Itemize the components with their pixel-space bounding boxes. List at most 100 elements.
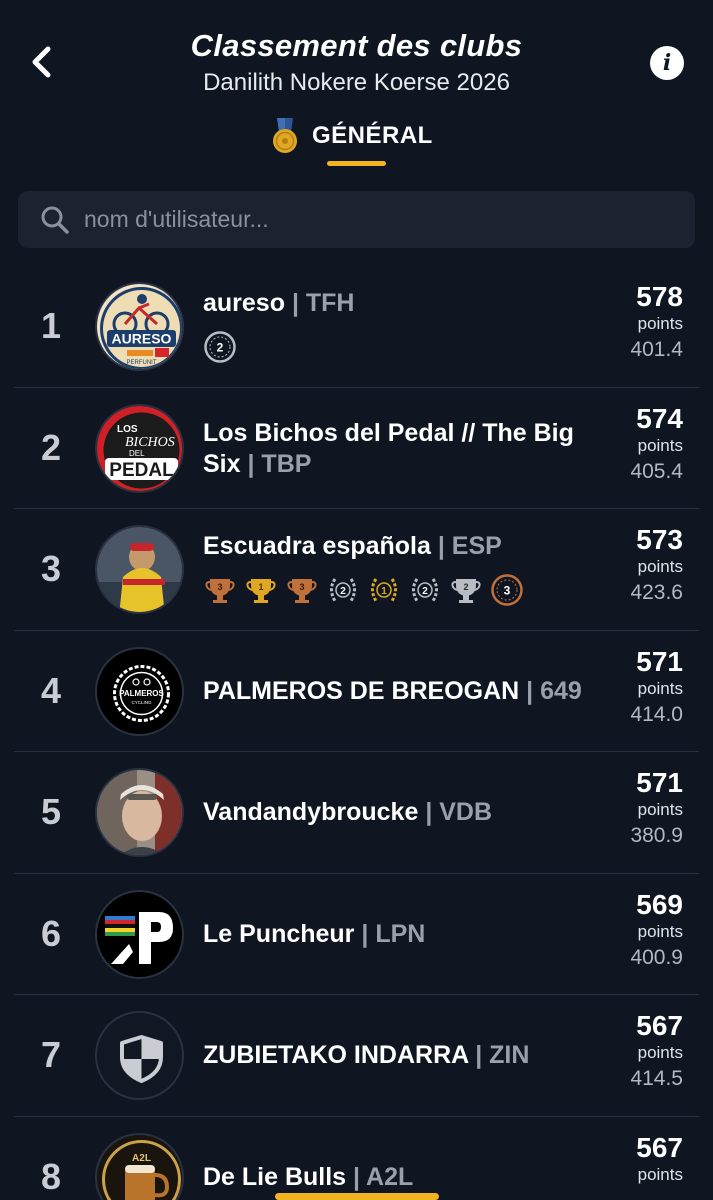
- a2l-logo-text: A2L: [132, 1153, 151, 1164]
- rider-portrait-photo: [97, 770, 182, 855]
- gold-cup-icon: 1: [246, 579, 276, 603]
- search-input[interactable]: [84, 206, 644, 233]
- aureso-logo-small: PERFUNIT: [127, 360, 157, 366]
- rank-number: 4: [40, 669, 62, 711]
- rank-number: 6: [40, 912, 62, 954]
- badge-count: 1: [381, 586, 387, 597]
- points-label: points: [637, 678, 683, 698]
- club-avatar: [95, 768, 184, 857]
- club-avatar: [95, 1011, 184, 1100]
- gold-laurel-icon: 1: [371, 578, 397, 602]
- silver-laurel-icon: 2: [330, 578, 356, 602]
- club-avatar: LOS BICHOS DEL PEDAL: [95, 403, 184, 493]
- achievement-badges: 3 1 3 2 1 2 2 3: [203, 573, 524, 607]
- puncheur-logo: [97, 891, 182, 977]
- bronze-cup-icon: 3: [205, 579, 235, 603]
- info-button[interactable]: i: [650, 46, 684, 80]
- points-value: 567: [636, 1131, 683, 1163]
- club-code: | LPN: [361, 919, 426, 948]
- points-label: points: [637, 921, 683, 941]
- club-code: | VDB: [425, 798, 493, 826]
- rank-number: 7: [40, 1034, 62, 1076]
- secondary-score: 423.6: [630, 581, 683, 604]
- ranking-list: 1 AURESO PERFUNIT aureso | TFH 2 578 poi…: [0, 266, 713, 1200]
- badge-count: 3: [299, 582, 304, 592]
- score-block: 573 points 423.6: [630, 525, 683, 607]
- club-avatar: PALMEROS CYCLING: [95, 646, 184, 736]
- medal-icon: [273, 118, 297, 153]
- bichos-logo-top: LOS: [117, 424, 138, 435]
- club-name: Le Puncheur | LPN: [203, 919, 593, 950]
- points-value: 573: [636, 524, 683, 555]
- club-name: Escuadra española | ESP: [203, 531, 593, 562]
- club-name: Vandandybroucke | VDB: [203, 797, 593, 828]
- tab-general-label: GÉNÉRAL: [312, 122, 433, 149]
- club-name: PALMEROS DE BREOGAN | 649: [203, 676, 593, 707]
- score-block: 571 points 380.9: [630, 768, 683, 850]
- club-avatar: [95, 525, 184, 614]
- badge-count: 1: [258, 582, 263, 592]
- ranking-row[interactable]: 5 Vandandybroucke | VDB 571 points 380.9: [14, 752, 699, 874]
- club-code: | A2L: [353, 1162, 414, 1191]
- palmeros-logo-small: CYCLING: [131, 700, 152, 705]
- info-icon: i: [662, 50, 672, 76]
- score-block: 567 points 414.5: [630, 1011, 683, 1093]
- ranking-row[interactable]: 3 Escuadra española | ESP 3 1 3 2 1 2 2 …: [14, 509, 699, 631]
- club-avatar: AURESO PERFUNIT: [95, 282, 184, 371]
- ranking-row[interactable]: 2 LOS BICHOS DEL PEDAL Los Bichos del Pe…: [14, 388, 699, 509]
- secondary-score: 405.4: [630, 459, 683, 483]
- rank-number: 3: [40, 548, 62, 590]
- tab-general[interactable]: GÉNÉRAL: [270, 116, 433, 156]
- club-code: | ZIN: [475, 1041, 530, 1069]
- points-value: 567: [636, 1010, 683, 1041]
- points-label: points: [637, 435, 683, 455]
- secondary-score: 401.4: [630, 338, 683, 361]
- bronze-wheel-icon: 3: [491, 574, 523, 606]
- bichos-logo-bottom: PEDAL: [109, 460, 174, 481]
- secondary-score: 400.9: [630, 945, 683, 969]
- score-block: 567 points: [636, 1131, 683, 1187]
- ranking-row[interactable]: 8 A2L De Lie Bulls | A2L 567 points: [14, 1117, 699, 1200]
- points-label: points: [637, 557, 683, 576]
- silver-laurel-icon: 2: [412, 578, 438, 602]
- search-icon: [41, 206, 69, 234]
- rank-number: 1: [40, 305, 62, 347]
- page-title: Classement des clubs: [190, 28, 523, 63]
- wheel-badge-icon: 2: [204, 331, 236, 363]
- silver-cup-icon: 2: [451, 579, 481, 603]
- palmeros-logo: PALMEROS CYCLING: [97, 648, 182, 734]
- points-value: 571: [636, 645, 683, 677]
- club-name-text: Vandandybroucke: [203, 798, 419, 826]
- ranking-row[interactable]: 1 AURESO PERFUNIT aureso | TFH 2 578 poi…: [14, 266, 699, 388]
- bichos-logo-mid: BICHOS: [125, 435, 175, 450]
- ranking-row[interactable]: 7 ZUBIETAKO INDARRA | ZIN 567 points 414…: [14, 995, 699, 1117]
- club-name: aureso | TFH: [203, 288, 593, 319]
- points-label: points: [637, 314, 683, 333]
- ranking-row[interactable]: 4 PALMEROS CYCLING PALMEROS DE BREOGAN |…: [14, 631, 699, 752]
- club-name: De Lie Bulls | A2L: [203, 1162, 593, 1193]
- active-tab-indicator: [327, 161, 386, 166]
- score-block: 574 points 405.4: [630, 402, 683, 486]
- club-code: | TBP: [247, 449, 312, 478]
- score-block: 569 points 400.9: [630, 889, 683, 972]
- shield-icon: [97, 1013, 182, 1098]
- club-ranking-screen: Classement des clubs Danilith Nokere Koe…: [0, 0, 713, 1200]
- club-name-text: Escuadra española: [203, 532, 438, 560]
- badge-count: 2: [340, 586, 346, 597]
- badge-count: 2: [422, 586, 428, 597]
- club-name-text: De Lie Bulls: [203, 1162, 347, 1191]
- palmeros-logo-text: PALMEROS: [119, 689, 164, 698]
- aureso-logo-text: AURESO: [112, 331, 172, 347]
- rank-number: 8: [40, 1156, 62, 1198]
- points-value: 574: [636, 402, 683, 434]
- club-name-text: ZUBIETAKO INDARRA: [203, 1041, 469, 1069]
- race-subtitle: Danilith Nokere Koerse 2026: [203, 69, 510, 96]
- club-avatar: A2L: [95, 1132, 184, 1200]
- cyclist-photo: [97, 527, 182, 612]
- ranking-row[interactable]: 6 Le Puncheur | LPN 569 points 400.9: [14, 874, 699, 995]
- search-bar: [18, 191, 695, 248]
- club-name-text: aureso: [203, 289, 285, 317]
- points-label: points: [637, 800, 683, 819]
- bronze-cup-icon: 3: [287, 579, 317, 603]
- achievement-badges: 2: [203, 330, 237, 364]
